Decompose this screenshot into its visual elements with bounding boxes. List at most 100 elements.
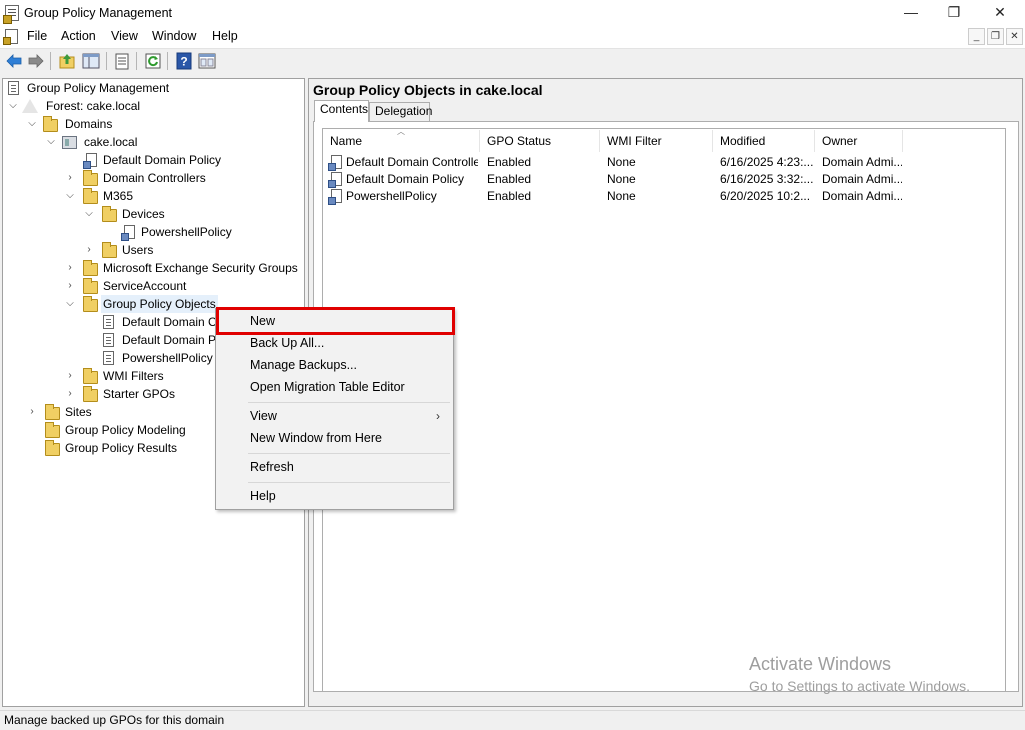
menu-action[interactable]: Action	[61, 29, 96, 43]
tree-label: WMI Filters	[103, 369, 164, 383]
chevron-right-icon[interactable]: ›	[65, 259, 75, 277]
modeling-icon	[45, 422, 60, 438]
system-menu-icon[interactable]	[3, 29, 18, 45]
tree-label-domains: Domains	[65, 117, 113, 131]
gpo-icon	[103, 315, 114, 329]
maximize-button[interactable]: ❐	[931, 0, 977, 26]
chevron-down-icon[interactable]: ⌵	[65, 295, 75, 313]
toolbar-separator	[106, 52, 107, 70]
cell-name: Default Domain Policy	[346, 172, 465, 186]
ou-folder-icon	[83, 170, 98, 186]
menu-help[interactable]: Help	[212, 29, 238, 43]
chevron-down-icon[interactable]: ⌵	[46, 133, 56, 151]
tree-label: PowershellPolicy	[122, 351, 213, 365]
refresh-icon[interactable]	[144, 52, 162, 70]
gpo-link-icon	[83, 153, 97, 169]
up-folder-icon[interactable]	[58, 52, 76, 70]
folder-icon	[83, 368, 98, 384]
title-bar: Group Policy Management — ❐ ✕	[0, 0, 1025, 26]
tree-label: Default Domain C	[122, 315, 217, 329]
menu-separator	[248, 402, 450, 403]
cell-modified: 6/20/2025 10:2...	[720, 189, 811, 203]
annotation-highlight-box	[216, 307, 455, 335]
tree-label: ServiceAccount	[103, 279, 187, 293]
results-icon	[45, 440, 60, 456]
column-header-modified[interactable]: Modified	[713, 130, 815, 152]
cell-wmi-filter: None	[607, 172, 636, 186]
column-header-name[interactable]: Name	[323, 130, 480, 152]
sites-icon	[45, 404, 60, 420]
cell-wmi-filter: None	[607, 189, 636, 203]
cell-gpo-status: Enabled	[487, 172, 532, 186]
cell-name: PowershellPolicy	[346, 189, 437, 203]
activation-watermark-subtitle: Go to Settings to activate Windows.	[749, 678, 970, 694]
context-menu-item-help[interactable]: Help	[250, 486, 276, 506]
chevron-down-icon[interactable]: ⌵	[27, 115, 37, 133]
details-title: Group Policy Objects in cake.local	[313, 82, 543, 98]
minimize-button[interactable]: —	[888, 0, 934, 26]
close-button[interactable]: ✕	[977, 0, 1023, 26]
menu-separator	[248, 482, 450, 483]
column-header-owner[interactable]: Owner	[815, 130, 903, 152]
tree-label: Devices	[122, 207, 165, 221]
status-text: Manage backed up GPOs for this domain	[4, 713, 225, 727]
toolbar-separator	[50, 52, 51, 70]
ou-folder-icon	[83, 188, 98, 204]
console-icon[interactable]	[198, 52, 216, 70]
menu-file[interactable]: File	[27, 29, 47, 43]
context-menu-item-refresh[interactable]: Refresh	[250, 457, 294, 477]
mdi-close-button[interactable]: ✕	[1006, 28, 1023, 45]
mdi-restore-button[interactable]: ❐	[987, 28, 1004, 45]
domain-icon	[62, 136, 77, 149]
submenu-arrow-icon: ›	[436, 409, 440, 423]
cell-wmi-filter: None	[607, 155, 636, 169]
tree-label: Group Policy Results	[65, 441, 178, 455]
cell-gpo-status: Enabled	[487, 189, 532, 203]
chevron-right-icon[interactable]: ›	[27, 403, 37, 421]
help-icon[interactable]: ?	[175, 52, 193, 70]
tab-contents[interactable]: Contents	[314, 100, 369, 122]
folder-icon	[83, 296, 98, 312]
gpo-link-icon	[121, 225, 135, 241]
cell-gpo-status: Enabled	[487, 155, 532, 169]
column-header-gpo-status[interactable]: GPO Status	[480, 130, 600, 152]
chevron-down-icon[interactable]: ⌵	[8, 97, 18, 115]
tree-label: Microsoft Exchange Security Groups	[103, 261, 298, 275]
tree-label-root: Group Policy Management	[27, 81, 170, 95]
chevron-right-icon[interactable]: ›	[84, 241, 94, 259]
menu-view[interactable]: View	[111, 29, 138, 43]
show-hide-tree-icon[interactable]	[82, 52, 100, 70]
tree-label: Starter GPOs	[103, 387, 176, 401]
gpo-icon	[328, 189, 342, 205]
menu-window[interactable]: Window	[152, 29, 196, 43]
chevron-right-icon[interactable]: ›	[65, 169, 75, 187]
chevron-right-icon[interactable]: ›	[65, 367, 75, 385]
forest-icon	[22, 99, 38, 113]
context-menu-item-manage-backups[interactable]: Manage Backups...	[250, 355, 357, 375]
chevron-down-icon[interactable]: ⌵	[84, 205, 94, 223]
folder-icon	[83, 386, 98, 402]
gpo-icon	[103, 333, 114, 347]
context-menu-item-view[interactable]: View	[250, 406, 277, 426]
gpo-icon	[103, 351, 114, 365]
ou-folder-icon	[83, 260, 98, 276]
context-menu-item-open-migration-table-editor[interactable]: Open Migration Table Editor	[250, 377, 405, 397]
cell-owner: Domain Admi...	[822, 172, 902, 186]
context-menu-item-back-up-all[interactable]: Back Up All...	[250, 333, 324, 353]
context-menu-item-new-window[interactable]: New Window from Here	[250, 428, 382, 448]
gpo-icon	[328, 155, 342, 171]
chevron-right-icon[interactable]: ›	[65, 277, 75, 295]
gpo-icon	[328, 172, 342, 188]
properties-icon[interactable]	[113, 52, 131, 70]
chevron-right-icon[interactable]: ›	[65, 385, 75, 403]
svg-text:?: ?	[180, 55, 187, 69]
cell-owner: Domain Admi...	[822, 155, 902, 169]
forward-arrow-icon[interactable]	[27, 52, 45, 70]
tree-label: PowershellPolicy	[141, 225, 232, 239]
toolbar-separator	[167, 52, 168, 70]
mdi-minimize-button[interactable]: _	[968, 28, 985, 45]
tab-delegation[interactable]: Delegation	[369, 102, 432, 121]
back-arrow-icon[interactable]	[5, 52, 23, 70]
column-header-wmi-filter[interactable]: WMI Filter	[600, 130, 713, 152]
chevron-down-icon[interactable]: ⌵	[65, 187, 75, 205]
